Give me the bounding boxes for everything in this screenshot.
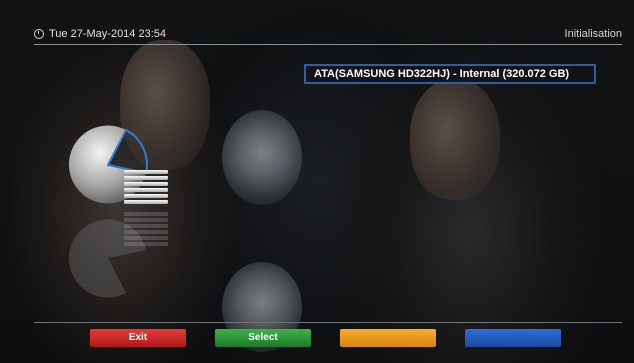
datetime-text: Tue 27-May-2014 23:54 [49,28,166,40]
yellow-button[interactable] [340,329,436,347]
device-selection[interactable]: ATA(SAMSUNG HD322HJ) - Internal (320.072… [304,64,596,84]
background-scan-top [222,110,302,205]
clock-icon [34,29,44,39]
tv-screen: Tue 27-May-2014 23:54 Initialisation ATA… [0,0,634,363]
disk-stack-reflection [124,212,168,248]
header-divider [34,44,622,45]
select-button[interactable]: Select [215,329,311,347]
blue-button[interactable] [465,329,561,347]
disk-stack-icon [124,170,168,206]
background-person-right [410,80,500,200]
footer-divider [34,322,622,323]
page-title: Initialisation [564,28,622,40]
header-clock: Tue 27-May-2014 23:54 [34,28,166,40]
exit-button[interactable]: Exit [90,329,186,347]
